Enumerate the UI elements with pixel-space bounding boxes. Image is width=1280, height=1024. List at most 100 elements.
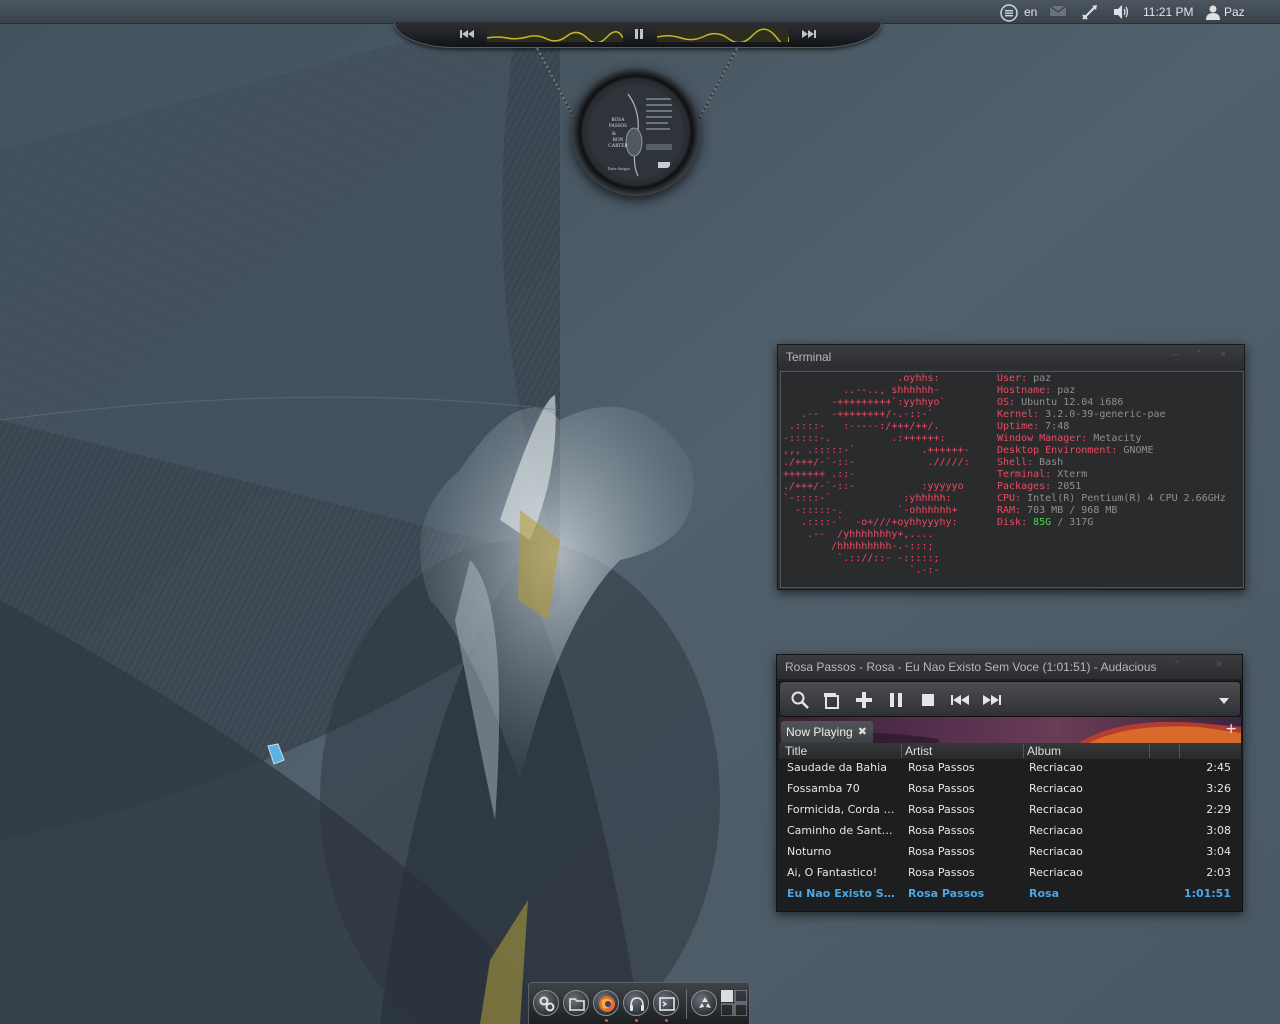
music-bar-pause-button[interactable] bbox=[631, 26, 647, 42]
column-separator[interactable] bbox=[1023, 744, 1024, 758]
tab-now-playing[interactable]: Now Playing ✖ bbox=[781, 721, 873, 743]
terminal-icon bbox=[659, 997, 675, 1011]
audacious-minimize-button[interactable]: — bbox=[1128, 659, 1142, 669]
system-info-key: Packages: bbox=[997, 481, 1052, 492]
dock-item-system-settings[interactable] bbox=[533, 990, 559, 1016]
terminal-output[interactable]: .oyhhs: ..--.., shhhhhh- -+++++++++`:yyh… bbox=[780, 371, 1244, 588]
menu-dropdown-icon bbox=[1219, 698, 1229, 704]
system-info-line: Window Manager: Metacity bbox=[997, 433, 1141, 445]
playlist-row[interactable]: Formicida, Corda e ... Rosa Passos Recriac… bbox=[779, 801, 1241, 822]
track-title: Caminho de Santana bbox=[787, 824, 899, 837]
playlist-row[interactable]: Saudade da Bahia Rosa Passos Recriacao 2:45 bbox=[779, 759, 1241, 780]
terminal-close-button[interactable]: ✕ bbox=[1216, 349, 1230, 359]
dock-item-music-player[interactable] bbox=[623, 990, 649, 1016]
system-info-key: Hostname: bbox=[997, 385, 1052, 396]
audacious-maximize-button[interactable]: ⌃ bbox=[1170, 659, 1184, 669]
track-album: Recriacao bbox=[1029, 866, 1083, 879]
playlist-row[interactable]: Caminho de Santana Rosa Passos Recriacao 3:… bbox=[779, 822, 1241, 843]
system-info-key: Uptime: bbox=[997, 421, 1040, 432]
appmenu-indicator[interactable] bbox=[999, 0, 1019, 24]
system-settings-icon bbox=[539, 996, 555, 1012]
column-separator[interactable] bbox=[1179, 744, 1180, 758]
keyboard-layout-indicator[interactable]: en bbox=[1024, 0, 1037, 24]
system-info-key: Kernel: bbox=[997, 409, 1040, 420]
album-art-widget[interactable]: ROSA PASSOS & RON CARTER Entre Amigos bbox=[572, 68, 700, 196]
column-header-album[interactable]: Album bbox=[1027, 744, 1061, 758]
system-info-key: Shell: bbox=[997, 457, 1034, 468]
system-info-line: Desktop Environment: GNOME bbox=[997, 445, 1154, 457]
stop-button[interactable] bbox=[918, 690, 938, 710]
mail-indicator[interactable] bbox=[1049, 0, 1067, 24]
system-info-line: Packages: 2051 bbox=[997, 481, 1081, 493]
column-header-artist[interactable]: Artist bbox=[905, 744, 932, 758]
system-info-key: OS: bbox=[997, 397, 1016, 408]
dock-item-firefox[interactable] bbox=[593, 990, 619, 1016]
open-icon bbox=[824, 693, 839, 709]
system-info-value: 7:48 bbox=[1045, 421, 1070, 432]
audacious-toolbar bbox=[779, 681, 1241, 717]
appmenu-icon bbox=[1000, 4, 1018, 22]
minimize-icon: — bbox=[1170, 349, 1180, 359]
add-files-button[interactable] bbox=[854, 690, 874, 710]
main-menu-button[interactable] bbox=[1214, 690, 1234, 710]
pause-icon bbox=[635, 29, 643, 39]
ascii-logo-line: ./+++/-`-::- :yyyyyo bbox=[783, 481, 964, 492]
playlist-row[interactable]: Noturno Rosa Passos Recriacao 3:04 bbox=[779, 843, 1241, 864]
ascii-logo-line: `.-:- bbox=[783, 565, 940, 576]
network-indicator[interactable] bbox=[1081, 0, 1099, 24]
system-info-total: / 317G bbox=[1051, 517, 1094, 528]
terminal-window[interactable]: Terminal — ⌃ ✕ .oyhhs: ..--.., shhhhhh- … bbox=[777, 344, 1245, 590]
open-files-button[interactable] bbox=[822, 690, 842, 710]
new-playlist-button[interactable]: + bbox=[1225, 721, 1237, 737]
column-header-title[interactable]: Title bbox=[785, 744, 807, 758]
column-separator[interactable] bbox=[901, 744, 902, 758]
minimize-icon: — bbox=[1130, 659, 1140, 669]
track-artist: Rosa Passos bbox=[908, 845, 975, 858]
playlist-row-now-playing[interactable]: Eu Nao Existo Sem ... Rosa Passos Rosa 1:01… bbox=[779, 885, 1241, 906]
track-artist: Rosa Passos bbox=[908, 803, 975, 816]
previous-button[interactable] bbox=[950, 690, 970, 710]
dock bbox=[528, 982, 750, 1024]
pause-button[interactable] bbox=[886, 690, 906, 710]
terminal-titlebar[interactable]: Terminal — ⌃ ✕ bbox=[778, 345, 1244, 369]
system-info-key: RAM: bbox=[997, 505, 1022, 516]
system-info-line: Kernel: 3.2.0-39-generic-pae bbox=[997, 409, 1166, 421]
dock-item-trash[interactable] bbox=[691, 990, 717, 1016]
audacious-title: Rosa Passos - Rosa - Eu Nao Existo Sem V… bbox=[785, 660, 1157, 674]
playlist-row[interactable]: Fossamba 70 Rosa Passos Recriacao 3:26 bbox=[779, 780, 1241, 801]
user-icon bbox=[1206, 5, 1220, 20]
music-bar-previous-button[interactable] bbox=[459, 26, 475, 42]
add-icon bbox=[856, 692, 872, 708]
system-info-value: 703 MB bbox=[1027, 505, 1064, 516]
track-title: Fossamba 70 bbox=[787, 782, 860, 795]
clock[interactable]: 11:21 PM bbox=[1143, 0, 1193, 24]
music-bar-next-button[interactable] bbox=[801, 26, 817, 42]
dock-item-file-manager[interactable] bbox=[563, 990, 589, 1016]
dock-item-workspace-switcher[interactable] bbox=[720, 989, 748, 1017]
system-info-value: GNOME bbox=[1123, 445, 1154, 456]
system-info-line: Disk: 85G / 317G bbox=[997, 517, 1093, 529]
audacious-close-button[interactable]: ✕ bbox=[1212, 659, 1226, 669]
track-album: Recriacao bbox=[1029, 782, 1083, 795]
dock-item-terminal[interactable] bbox=[653, 990, 679, 1016]
terminal-title: Terminal bbox=[786, 350, 832, 364]
search-button[interactable] bbox=[790, 690, 810, 710]
system-info-line: RAM: 703 MB / 968 MB bbox=[997, 505, 1117, 517]
track-artist: Rosa Passos bbox=[908, 887, 985, 900]
volume-indicator[interactable] bbox=[1112, 0, 1130, 24]
running-indicator bbox=[605, 1019, 608, 1022]
tab-close-button[interactable]: ✖ bbox=[858, 721, 867, 743]
playlist-row[interactable]: Ai, O Fantastico! Rosa Passos Recriacao 2:0… bbox=[779, 864, 1241, 885]
dock-separator bbox=[686, 989, 687, 1019]
system-info-line: Terminal: Xterm bbox=[997, 469, 1087, 481]
next-button[interactable] bbox=[982, 690, 1002, 710]
terminal-minimize-button[interactable]: — bbox=[1168, 349, 1182, 359]
column-separator[interactable] bbox=[1149, 744, 1150, 758]
audacious-titlebar[interactable]: Rosa Passos - Rosa - Eu Nao Existo Sem V… bbox=[777, 655, 1242, 679]
system-info-value: paz bbox=[1033, 373, 1052, 384]
user-indicator[interactable]: Paz bbox=[1205, 0, 1245, 24]
file-manager-icon bbox=[569, 998, 585, 1011]
terminal-maximize-button[interactable]: ⌃ bbox=[1192, 349, 1206, 359]
audacious-window[interactable]: Rosa Passos - Rosa - Eu Nao Existo Sem V… bbox=[776, 654, 1243, 912]
plus-icon: + bbox=[1225, 721, 1237, 737]
